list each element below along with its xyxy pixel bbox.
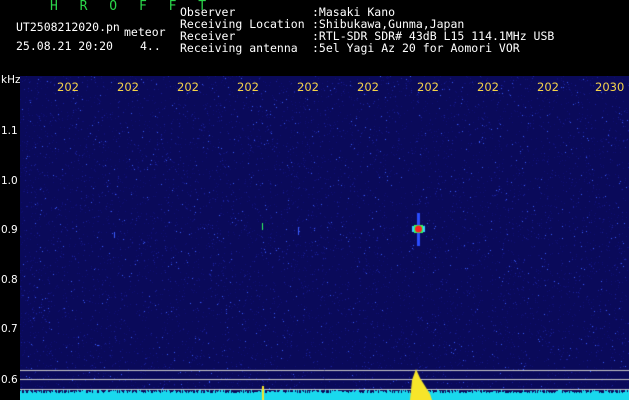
x-tick: 202 — [537, 80, 559, 94]
x-tick: 202 — [177, 80, 199, 94]
x-tick: 202 — [357, 80, 379, 94]
datetime-label: 25.08.21 20:20 — [16, 39, 113, 53]
y-tick: 1.1 — [1, 125, 18, 137]
antenna-value: :5el Yagi Az 20 for Aomori VOR — [312, 41, 520, 55]
y-unit-label: kHz — [1, 74, 21, 86]
x-tick: 202 — [57, 80, 79, 94]
y-tick: 0.6 — [1, 374, 18, 386]
meteor-tag: meteor — [124, 25, 166, 39]
x-tick: 202 — [297, 80, 319, 94]
y-tick: 0.7 — [1, 323, 18, 335]
y-tick: 0.9 — [1, 224, 18, 236]
spectrogram-canvas — [20, 76, 629, 400]
antenna-label: Receiving antenna — [180, 41, 298, 55]
x-tick: 2030 — [595, 80, 625, 94]
y-tick: 1.0 — [1, 175, 18, 187]
x-tick: 202 — [117, 80, 139, 94]
x-tick: 202 — [237, 80, 259, 94]
header-panel: H R O F F T UT2508212020.pn meteor 25.08… — [0, 0, 629, 76]
y-tick: 0.8 — [1, 274, 18, 286]
filename-label: UT2508212020.pn — [16, 20, 120, 34]
code-label: 4.. — [140, 39, 161, 53]
x-tick: 202 — [417, 80, 439, 94]
x-tick: 202 — [477, 80, 499, 94]
